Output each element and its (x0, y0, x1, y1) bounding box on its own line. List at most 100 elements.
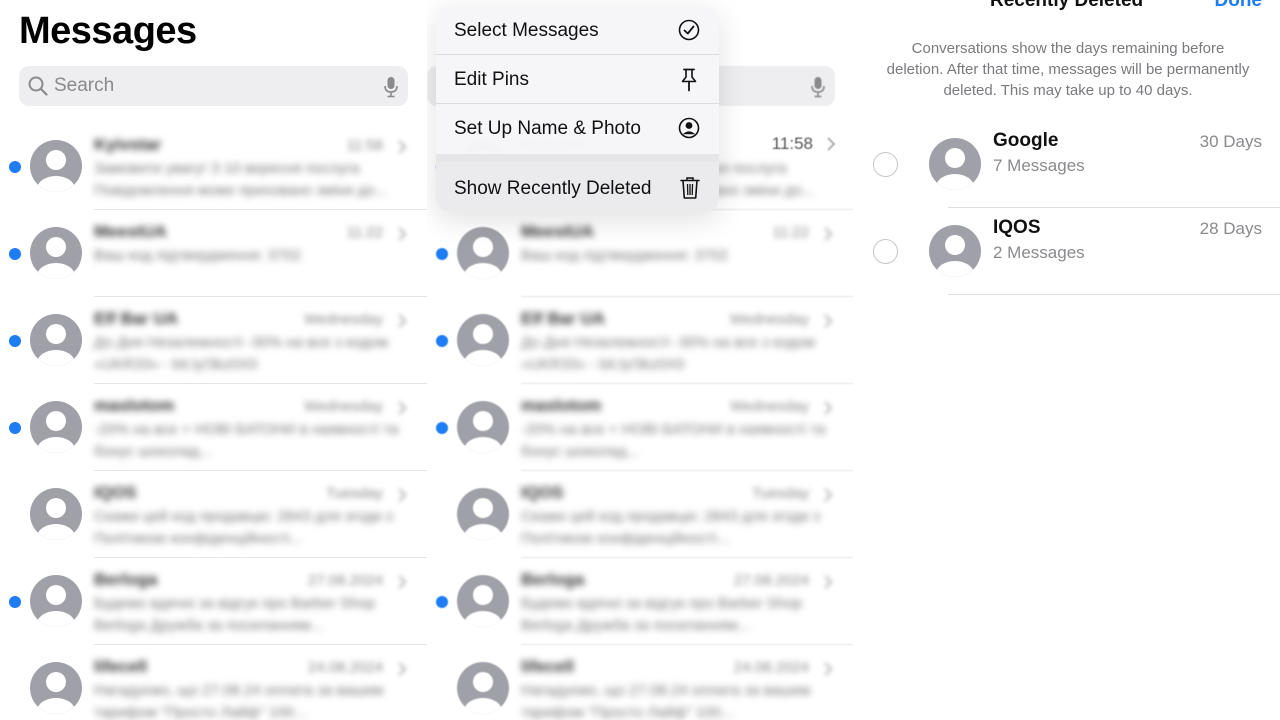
conversation-name: Elf Bar UA (521, 309, 606, 328)
unread-indicator (9, 248, 21, 260)
conversation-list: KyivstarЗамовити увагу! З 10 вересня пос… (427, 123, 853, 720)
conversation-row[interactable]: IQOS Tuesday Скажи цей код продавцю: 2843 … (427, 471, 853, 558)
done-button[interactable]: Done (1215, 0, 1263, 12)
menu-item-label: Select Messages (454, 20, 599, 41)
avatar (457, 314, 509, 371)
chevron-right-icon (397, 140, 407, 159)
conversation-preview: Будемо вдячні за відгук про Barber Shop … (521, 595, 803, 634)
search-icon (28, 76, 48, 101)
conversation-preview: До Дня Незалежності -30% на все з кодом … (521, 334, 816, 373)
conversation-row[interactable]: Elf Bar UA Wednesday До Дня Незалежності -… (0, 297, 427, 384)
chevron-right-icon (397, 401, 407, 420)
menu-item-edit-pins[interactable]: Edit Pins (436, 55, 719, 104)
conversation-list: Kyivstar 11:58 Замовити увагу! З 10 вересн… (0, 123, 427, 720)
conversation-time: Wednesday (730, 398, 809, 415)
select-radio[interactable] (873, 239, 898, 264)
conversation-preview: До Дня Незалежності -30% на все з кодом … (94, 334, 389, 373)
menu-item-select-messages[interactable]: Select Messages (436, 6, 719, 55)
chevron-right-icon (397, 227, 407, 246)
conversation-row[interactable]: MeestUA 11:22 Ваш код підтвердження: 3702 (0, 210, 427, 297)
conversation-time: 11:22 (772, 224, 809, 241)
deleted-conversation-row[interactable]: Google 7 Messages 30 Days (853, 121, 1280, 208)
menu-item-label: Show Recently Deleted (454, 178, 652, 199)
menu-item-set-up-name-photo[interactable]: Set Up Name & Photo (436, 104, 719, 153)
chevron-right-icon (397, 575, 407, 594)
avatar (457, 227, 509, 284)
conversation-preview: -20% на все + НОВІ БАТОНИ в наявності та… (521, 421, 826, 460)
conversation-name: maslotom (521, 396, 602, 415)
chevron-right-icon (397, 314, 407, 333)
conversation-name: maslotom (94, 396, 175, 415)
conversation-name: Elf Bar UA (94, 309, 179, 328)
conversation-row[interactable]: maslotom Wednesday -20% на все + НОВІ БАТО… (427, 384, 853, 471)
chevron-right-icon (397, 488, 407, 507)
conversation-name: IQOS (993, 217, 1041, 238)
conversation-name: Berloga (521, 570, 585, 589)
conversation-preview: -20% на все + НОВІ БАТОНИ в наявності та… (94, 421, 399, 460)
conversation-name: lifecell (94, 657, 147, 676)
conversation-preview: Замовити увагу! З 10 вересня послуга Пов… (94, 160, 388, 199)
conversation-row[interactable]: MeestUA 11:22 Ваш код підтвердження: 3702 (427, 210, 853, 297)
search-placeholder: Search (54, 75, 115, 96)
conversation-time: Tuesday (752, 485, 809, 502)
conversation-name: IQOS (521, 483, 564, 502)
avatar (30, 140, 82, 197)
conversation-name: Berloga (94, 570, 158, 589)
select-radio[interactable] (873, 152, 898, 177)
chevron-right-icon (823, 575, 833, 594)
conversation-row[interactable]: maslotom Wednesday -20% на все + НОВІ БАТО… (0, 384, 427, 471)
chevron-right-icon (823, 227, 833, 246)
deleted-conversation-row[interactable]: IQOS 2 Messages 28 Days (853, 208, 1280, 295)
microphone-icon[interactable] (384, 76, 398, 103)
page-title: Recently Deleted (990, 0, 1144, 11)
conversation-preview: Будемо вдячні за відгук про Barber Shop … (94, 595, 376, 634)
conversation-name: MeestUA (94, 222, 167, 241)
conversation-name: lifecell (521, 657, 574, 676)
conversation-row[interactable]: IQOS Tuesday Скажи цей код продавцю: 2843 … (0, 471, 427, 558)
microphone-icon[interactable] (811, 76, 825, 103)
conversation-time: Wednesday (730, 311, 809, 328)
menu-item-label: Set Up Name & Photo (454, 118, 641, 139)
message-count: 2 Messages (993, 243, 1085, 262)
conversation-row[interactable]: Berloga 27.08.2024 Будемо вдячні за відгук… (427, 558, 853, 645)
avatar (30, 488, 82, 545)
chevron-right-icon (823, 488, 833, 507)
checkmark-circle-icon (678, 19, 700, 46)
unread-indicator (436, 248, 448, 260)
conversation-row[interactable]: Elf Bar UA Wednesday До Дня Незалежності -… (427, 297, 853, 384)
deletion-info-text: Conversations show the days remaining be… (886, 40, 1250, 99)
chevron-right-icon (823, 314, 833, 333)
conversation-name: Google (993, 130, 1059, 151)
conversation-row[interactable]: Berloga 27.08.2024 Будемо вдячні за відгук… (0, 558, 427, 645)
conversation-preview: Ваш код підтвердження: 3702 (521, 247, 728, 264)
search-input[interactable]: Search (19, 66, 408, 106)
conversation-preview: Нагадуємо, що 27.08.24 оплата за вашим т… (521, 682, 811, 720)
avatar (30, 662, 82, 719)
avatar (30, 314, 82, 371)
chevron-right-icon (397, 662, 407, 681)
pin-icon (678, 68, 700, 97)
avatar (929, 138, 981, 195)
message-count: 7 Messages (993, 156, 1085, 175)
more-options-menu: Select Messages Edit Pins Set Up Name & … (436, 6, 719, 212)
avatar (457, 401, 509, 458)
conversation-time: Wednesday (304, 311, 383, 328)
unread-indicator (436, 335, 448, 347)
conversation-name: Kyivstar (94, 135, 162, 154)
conversation-time: Tuesday (326, 485, 383, 502)
days-remaining: 28 Days (1199, 219, 1262, 238)
avatar (457, 488, 509, 545)
conversation-time: 11:22 (346, 224, 383, 241)
menu-separator (436, 154, 719, 162)
conversation-preview: Ваш код підтвердження: 3702 (94, 247, 301, 264)
recently-deleted-screen: Recently Deleted Done Conversations show… (853, 0, 1280, 720)
menu-item-show-recently-deleted[interactable]: Show Recently Deleted (436, 162, 719, 212)
page-title: Messages (19, 10, 197, 52)
unread-indicator (436, 422, 448, 434)
conversation-time: Wednesday (304, 398, 383, 415)
conversation-preview: Нагадуємо, що 27.08.24 оплата за вашим т… (94, 682, 384, 720)
unread-indicator (9, 422, 21, 434)
conversation-row[interactable]: Kyivstar 11:58 Замовити увагу! З 10 вересн… (0, 123, 427, 210)
conversation-row[interactable]: lifecell 24.08.2024 Нагадуємо, що 27.08.24… (0, 645, 427, 720)
conversation-row[interactable]: lifecell 24.08.2024 Нагадуємо, що 27.08.24… (427, 645, 853, 720)
